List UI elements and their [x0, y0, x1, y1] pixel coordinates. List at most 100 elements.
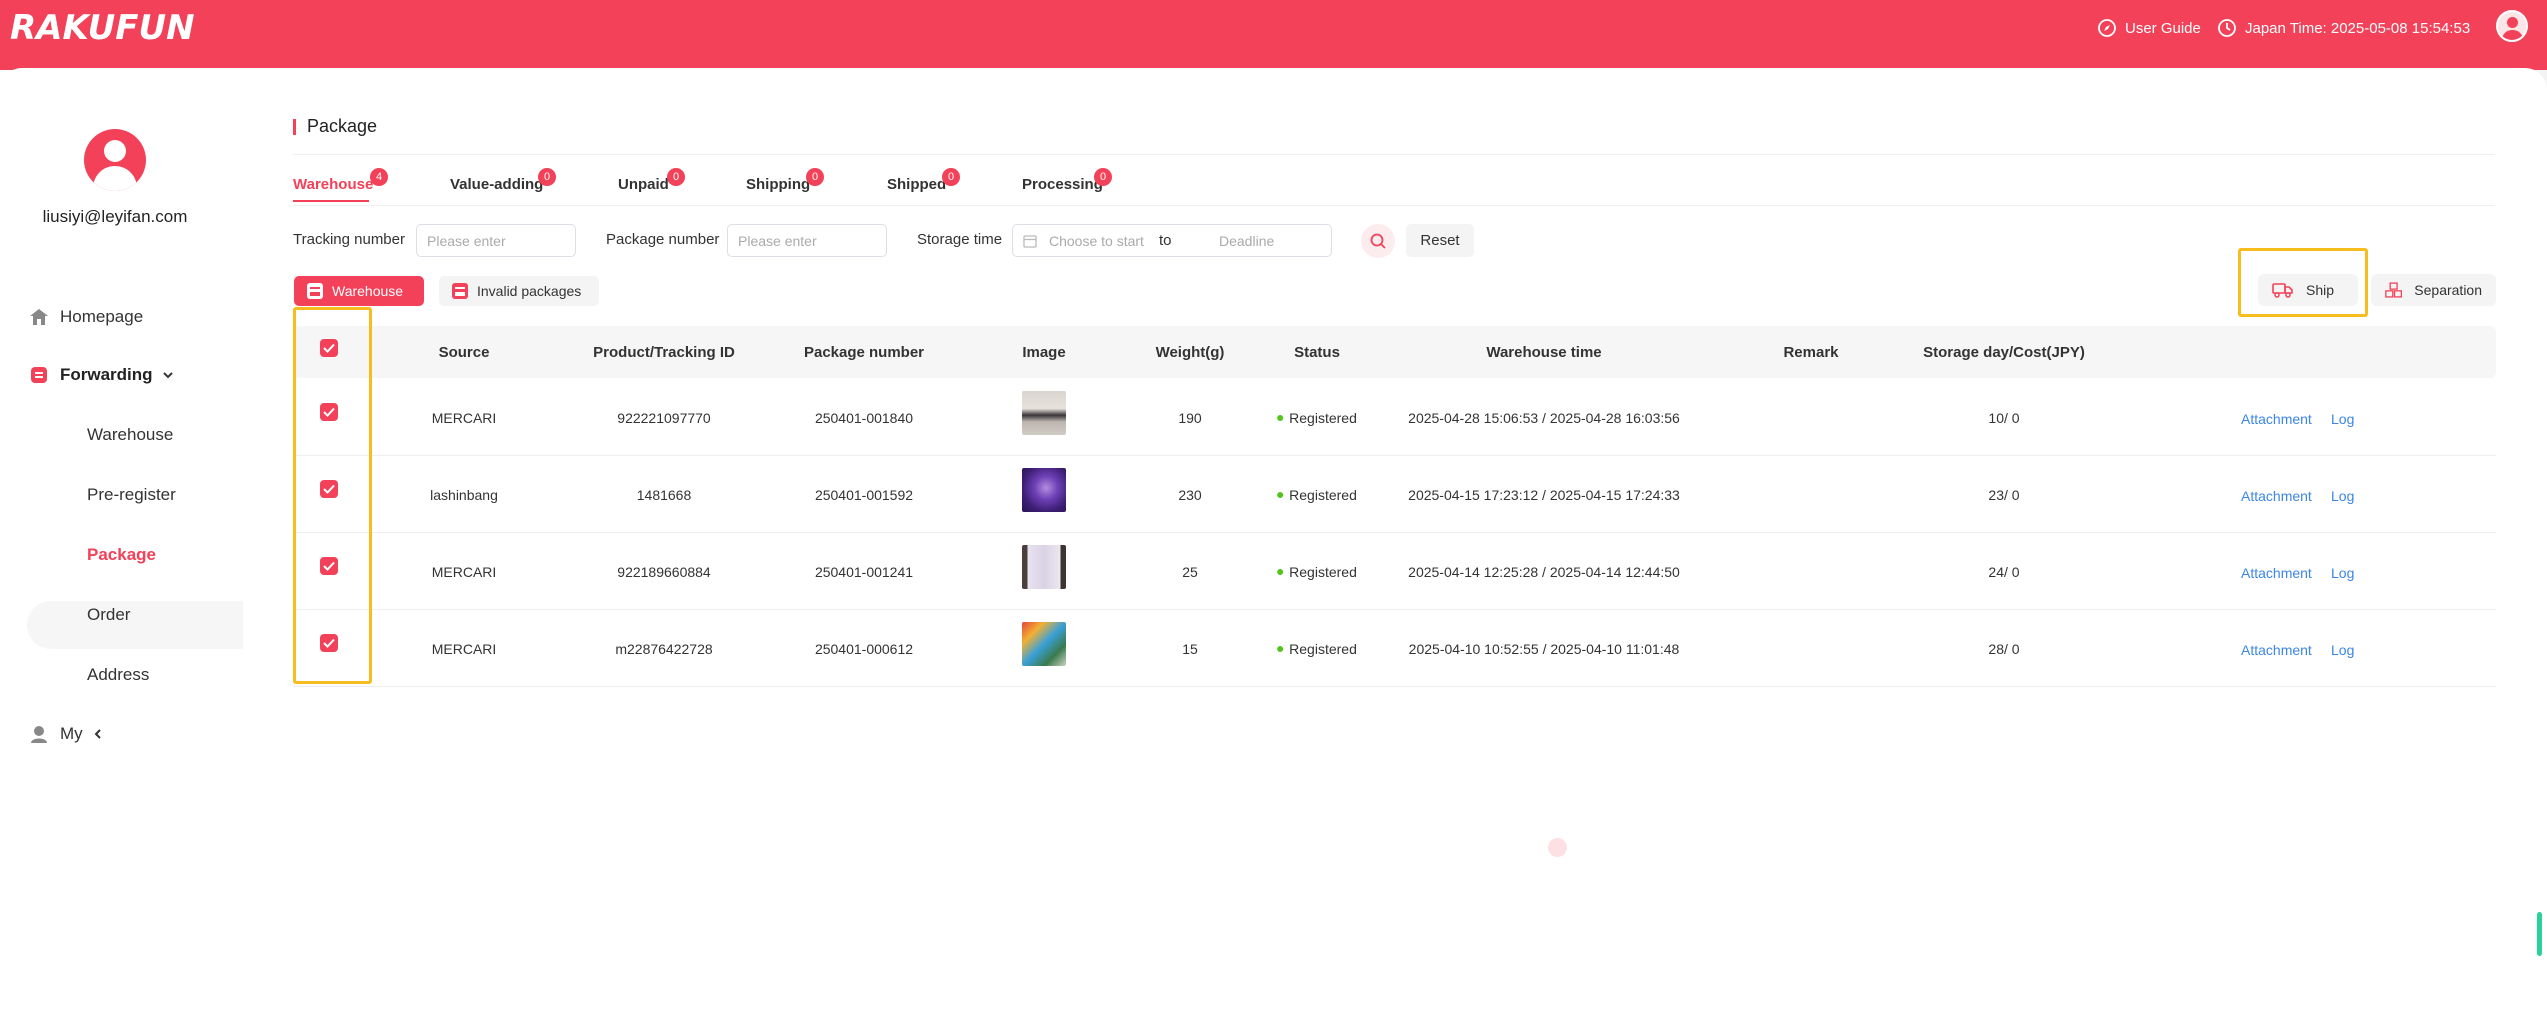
status-badge: Registered	[1277, 641, 1357, 657]
active-nav-background	[27, 601, 243, 649]
row-warehouse-time: 2025-04-15 17:23:12 / 2025-04-15 17:24:3…	[1408, 487, 1680, 503]
package-image[interactable]	[1022, 391, 1066, 435]
row-source: MERCARI	[431, 410, 497, 426]
storage-time-label: Storage time	[917, 231, 1003, 248]
status-badge: Registered	[1277, 487, 1357, 503]
row-package: 250401-000612	[814, 641, 914, 657]
page-title-text: Package	[307, 116, 378, 136]
separation-icon	[2385, 282, 2403, 298]
invalid-packages-pill[interactable]: Invalid packages	[439, 276, 599, 306]
range-separator: to	[1159, 232, 1172, 249]
scrollbar-thumb[interactable]	[2537, 912, 2542, 956]
column-header-image: Image	[1022, 344, 1066, 361]
separation-button[interactable]: Separation	[2371, 274, 2496, 306]
row-package: 250401-001840	[814, 410, 914, 426]
log-link[interactable]: Log	[2331, 565, 2354, 581]
log-link[interactable]: Log	[2331, 411, 2354, 427]
sidebar-item-order[interactable]: Order	[87, 595, 130, 635]
row-storage: 10/ 0	[1988, 410, 2020, 426]
user-email: liusiyi@leyifan.com	[42, 207, 188, 226]
tab-processing[interactable]: Processing	[1022, 176, 1103, 193]
chevron-down-icon	[162, 372, 173, 379]
deadline-input[interactable]: Deadline	[1219, 233, 1274, 249]
reset-button[interactable]: Reset	[1406, 224, 1474, 257]
home-icon	[28, 306, 50, 328]
tab-count-badge: 0	[538, 168, 556, 186]
attachment-link[interactable]: Attachment	[2241, 411, 2312, 427]
warehouse-icon	[307, 283, 323, 299]
clock-icon	[2218, 19, 2236, 37]
attachment-link[interactable]: Attachment	[2241, 642, 2312, 658]
column-header-warehouse-time: Warehouse time	[1486, 344, 1602, 361]
status-badge: Registered	[1277, 564, 1357, 580]
column-header-tracking: Product/Tracking ID	[593, 344, 735, 361]
row-weight: 15	[1182, 641, 1198, 657]
header-avatar[interactable]	[2496, 10, 2528, 42]
column-header-source: Source	[438, 344, 490, 361]
user-guide-link[interactable]: User Guide	[2097, 17, 2201, 39]
tab-unpaid[interactable]: Unpaid	[618, 176, 669, 193]
package-image[interactable]	[1022, 545, 1066, 589]
calendar-icon	[1023, 234, 1037, 248]
title-divider	[293, 154, 2495, 155]
sidebar-item-forwarding[interactable]: Forwarding	[28, 352, 175, 398]
tab-count-badge: 0	[806, 168, 824, 186]
row-warehouse-time: 2025-04-14 12:25:28 / 2025-04-14 12:44:5…	[1408, 564, 1680, 580]
column-header-storage: Storage day/Cost(JPY)	[1923, 344, 2085, 361]
row-tracking: 922221097770	[617, 410, 711, 426]
search-button[interactable]	[1361, 224, 1395, 258]
log-link[interactable]: Log	[2331, 488, 2354, 504]
row-source: lashinbang	[430, 487, 498, 503]
pill-label: Warehouse	[332, 283, 404, 299]
sidebar-item-warehouse[interactable]: Warehouse	[87, 415, 173, 455]
row-warehouse-time: 2025-04-28 15:06:53 / 2025-04-28 16:03:5…	[1408, 410, 1680, 426]
sidebar-item-homepage[interactable]: Homepage	[28, 294, 143, 340]
row-storage: 24/ 0	[1988, 564, 2020, 580]
tab-shipped[interactable]: Shipped	[887, 176, 946, 193]
start-date-input[interactable]: Choose to start	[1049, 233, 1159, 249]
row-storage: 23/ 0	[1988, 487, 2020, 503]
tab-count-badge: 0	[667, 168, 685, 186]
loading-dot	[1548, 838, 1567, 857]
attachment-link[interactable]: Attachment	[2241, 565, 2312, 581]
pill-label: Invalid packages	[477, 283, 582, 299]
storage-time-range[interactable]: Choose to start to Deadline	[1012, 224, 1332, 257]
tab-count-badge: 4	[370, 168, 388, 186]
column-header-weight: Weight(g)	[1155, 344, 1225, 361]
search-icon	[1370, 233, 1386, 249]
page-title: Package	[293, 116, 377, 137]
package-number-input[interactable]	[727, 224, 887, 257]
attachment-link[interactable]: Attachment	[2241, 488, 2312, 504]
ship-button-highlight	[2238, 248, 2368, 317]
warehouse-filter-pill[interactable]: Warehouse	[294, 276, 424, 306]
tab-value-adding[interactable]: Value-adding	[450, 176, 543, 193]
user-icon	[28, 723, 50, 745]
row-storage: 28/ 0	[1988, 641, 2020, 657]
tracking-number-input[interactable]	[416, 224, 576, 257]
package-image[interactable]	[1022, 468, 1066, 512]
row-source: MERCARI	[431, 641, 497, 657]
row-package: 250401-001241	[814, 564, 914, 580]
sidebar-item-my[interactable]: My	[28, 711, 105, 757]
sidebar-item-pre-register[interactable]: Pre-register	[87, 475, 176, 515]
column-header-status: Status	[1294, 344, 1340, 361]
sidebar-item-address[interactable]: Address	[87, 655, 149, 695]
row-tracking: 1481668	[636, 487, 692, 503]
tab-warehouse[interactable]: Warehouse	[293, 176, 373, 193]
package-number-label: Package number	[606, 231, 720, 248]
sidebar-item-package[interactable]: Package	[87, 535, 156, 575]
log-link[interactable]: Log	[2331, 642, 2354, 658]
tab-count-badge: 0	[1094, 168, 1112, 186]
row-weight: 25	[1182, 564, 1198, 580]
top-header: RAKUFUN User Guide Japan Time: 2025-05-0…	[0, 0, 2547, 70]
title-accent-bar	[293, 118, 296, 135]
rakufun-logo[interactable]: RAKUFUN	[10, 8, 195, 48]
sidebar-item-label: My	[60, 724, 83, 743]
package-image[interactable]	[1022, 622, 1066, 666]
sidebar-item-label: Homepage	[60, 307, 144, 326]
sidebar-item-label: Forwarding	[60, 365, 153, 384]
row-weight: 230	[1178, 487, 1202, 503]
tab-count-badge: 0	[942, 168, 960, 186]
user-avatar[interactable]	[84, 129, 146, 191]
tab-shipping[interactable]: Shipping	[746, 176, 810, 193]
